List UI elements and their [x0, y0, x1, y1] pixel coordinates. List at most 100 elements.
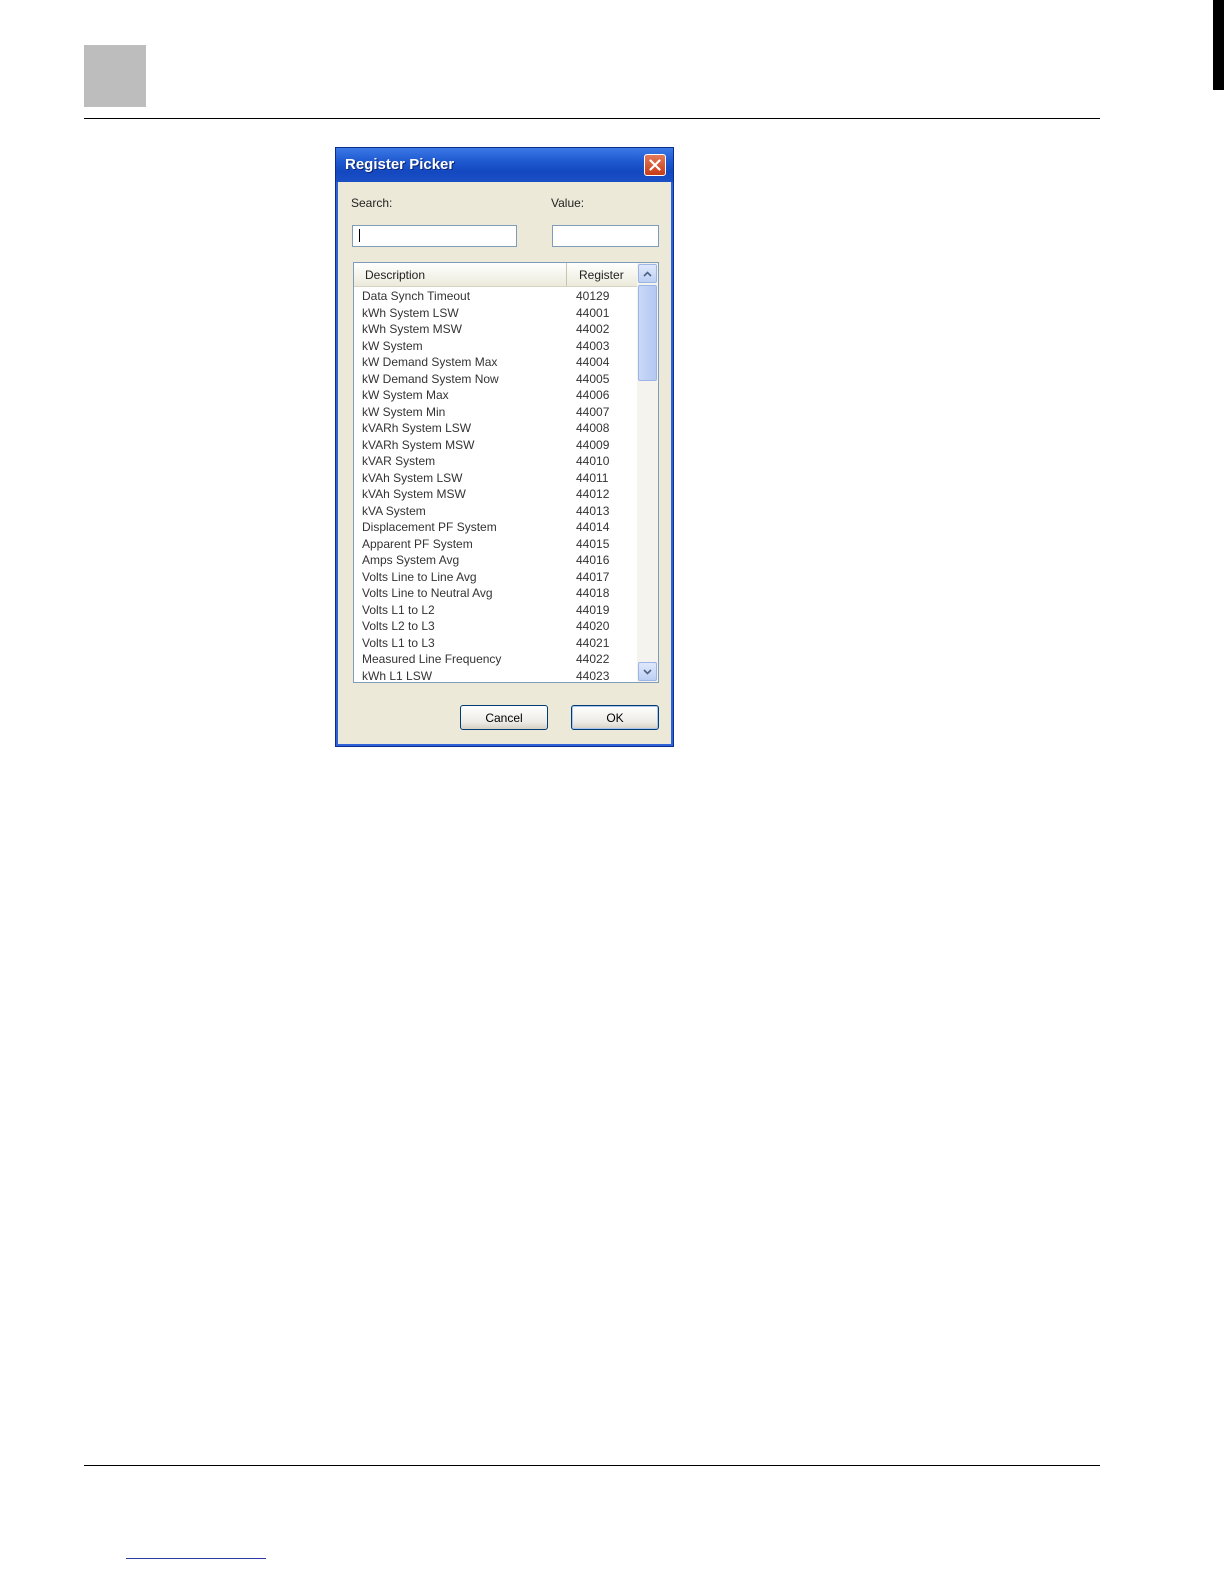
list-item[interactable]: kW System Min 44007	[354, 404, 637, 421]
list-item-register: 44011	[576, 470, 609, 485]
list-item-register: 44015	[576, 536, 610, 551]
scroll-down-button[interactable]	[638, 662, 657, 681]
list-item-register: 44009	[576, 437, 610, 452]
list-item[interactable]: Measured Line Frequency 44022	[354, 651, 637, 668]
list-item[interactable]: Volts L1 to L3 44021	[354, 635, 637, 652]
list-item-register: 44022	[576, 652, 610, 666]
list-item[interactable]: Displacement PF System 44014	[354, 519, 637, 536]
list-item-register: 44004	[576, 355, 610, 369]
scroll-down-arrow-icon	[643, 668, 652, 675]
list-item-register: 44003	[576, 338, 610, 353]
list-item-description: kVA System	[362, 503, 426, 518]
list-item-register: 44007	[576, 404, 610, 419]
search-label: Search:	[351, 196, 393, 210]
list-item-description: kVAh System LSW	[362, 470, 463, 485]
list-item-register: 44019	[576, 602, 610, 617]
list-item-description: kVAR System	[362, 454, 436, 468]
list-item-description: kWh L1 LSW	[362, 668, 433, 683]
list-item[interactable]: kW System Max 44006	[354, 387, 637, 404]
list-item-register: 44018	[576, 586, 610, 600]
list-item-description: Displacement PF System	[362, 520, 497, 534]
list-item-description: Measured Line Frequency	[362, 652, 502, 666]
scroll-up-arrow-icon	[643, 270, 652, 277]
close-icon	[649, 159, 661, 171]
list-item-register: 44010	[576, 454, 610, 468]
cancel-button[interactable]: Cancel	[460, 705, 548, 730]
list-item[interactable]: kVARh System MSW 44009	[354, 437, 637, 454]
register-list[interactable]: Description Register Data Synch Timeout 4…	[353, 262, 659, 683]
list-item-description: kWh System LSW	[362, 305, 459, 320]
list-item-register: 44005	[576, 371, 610, 386]
list-item-description: Volts Line to Line Avg	[362, 569, 477, 584]
footer-link-underline[interactable]	[126, 1558, 266, 1559]
list-item[interactable]: kWh System LSW 44001	[354, 305, 637, 322]
list-item[interactable]: Data Synch Timeout 40129	[354, 288, 637, 305]
list-item-register: 40129	[576, 289, 610, 303]
list-item-description: kVARh System MSW	[362, 437, 475, 452]
list-item[interactable]: kW Demand System Now 44005	[354, 371, 637, 388]
list-item-register: 44006	[576, 388, 610, 402]
list-item-description: Volts Line to Neutral Avg	[362, 586, 493, 600]
list-item-register: 44008	[576, 421, 610, 435]
list-item[interactable]: Apparent PF System 44015	[354, 536, 637, 553]
list-item-register: 44012	[576, 487, 610, 501]
list-item-description: Apparent PF System	[362, 536, 473, 551]
list-item-description: kVARh System LSW	[362, 421, 472, 435]
scroll-thumb[interactable]	[638, 285, 657, 381]
scroll-up-button[interactable]	[638, 264, 657, 283]
ok-button[interactable]: OK	[571, 705, 659, 730]
vertical-scrollbar[interactable]	[637, 263, 658, 682]
header-rule	[84, 118, 1100, 119]
list-item[interactable]: kWh System MSW 44002	[354, 321, 637, 338]
list-item-register: 44023	[576, 668, 610, 683]
list-item-description: kW System Min	[362, 404, 446, 419]
title-bar: Register Picker	[336, 148, 673, 182]
list-rows: Data Synch Timeout 40129 kWh System LSW 440…	[354, 288, 637, 683]
list-item-register: 44020	[576, 619, 610, 633]
column-header-description[interactable]: Description	[354, 263, 567, 286]
list-item-description: kWh System MSW	[362, 322, 463, 336]
list-item[interactable]: kVAh System LSW 44011	[354, 470, 637, 487]
list-item-register: 44014	[576, 520, 610, 534]
list-item[interactable]: Volts L1 to L2 44019	[354, 602, 637, 619]
list-item-register: 44016	[576, 553, 610, 567]
column-header-register[interactable]: Register	[567, 263, 637, 286]
list-item[interactable]: kWh L1 LSW 44023	[354, 668, 637, 683]
list-item-description: kVAh System MSW	[362, 487, 466, 501]
dialog-title: Register Picker	[345, 156, 455, 173]
list-item[interactable]: Volts L2 to L3 44020	[354, 618, 637, 635]
value-input[interactable]	[552, 225, 659, 247]
list-item-description: Data Synch Timeout	[362, 289, 471, 303]
page-edge-tab	[1213, 0, 1224, 90]
list-item[interactable]: kVARh System LSW 44008	[354, 420, 637, 437]
list-item-register: 44002	[576, 322, 610, 336]
list-item-register: 44017	[576, 569, 610, 584]
list-item[interactable]: kVAR System 44010	[354, 453, 637, 470]
footer-rule	[84, 1465, 1100, 1466]
list-item-description: kW Demand System Max	[362, 355, 498, 369]
list-item-register: 44013	[576, 503, 610, 518]
value-label: Value:	[551, 196, 585, 210]
list-item-description: kW Demand System Now	[362, 371, 499, 386]
list-item-description: Volts L2 to L3	[362, 619, 435, 633]
list-item-description: Volts L1 to L3	[362, 635, 435, 650]
text-caret	[359, 229, 360, 242]
list-item[interactable]: kW System 44003	[354, 338, 637, 355]
register-picker-dialog: Register Picker Search: Value: Descripti…	[335, 147, 674, 747]
list-item-description: kW System Max	[362, 388, 449, 402]
list-item-description: Amps System Avg	[362, 553, 460, 567]
list-item-register: 44021	[576, 635, 610, 650]
list-item[interactable]: kVA System 44013	[354, 503, 637, 520]
chapter-marker	[84, 45, 146, 107]
close-button[interactable]	[644, 154, 666, 176]
list-item[interactable]: kVAh System MSW 44012	[354, 486, 637, 503]
list-item[interactable]: Volts Line to Line Avg 44017	[354, 569, 637, 586]
search-input[interactable]	[352, 225, 517, 247]
list-item-description: kW System	[362, 338, 423, 353]
list-item[interactable]: Volts Line to Neutral Avg 44018	[354, 585, 637, 602]
list-item-register: 44001	[576, 305, 610, 320]
list-item-description: Volts L1 to L2	[362, 602, 435, 617]
list-item[interactable]: kW Demand System Max 44004	[354, 354, 637, 371]
list-item[interactable]: Amps System Avg 44016	[354, 552, 637, 569]
list-header: Description Register	[354, 263, 637, 287]
